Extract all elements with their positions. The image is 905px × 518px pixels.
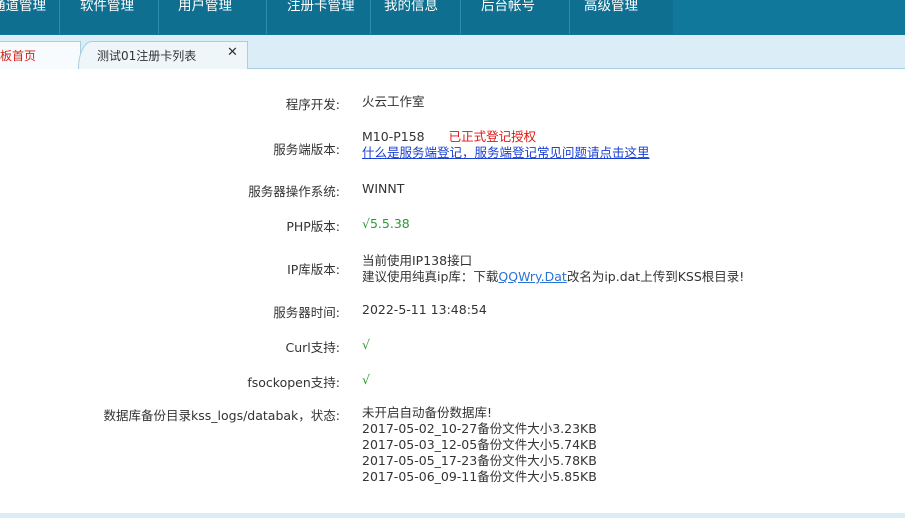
php-version-label: PHP版本: (286, 219, 340, 234)
tab-bar: 板首页 测试01注册卡列表 ✕ (0, 35, 905, 69)
php-version-value: √5.5.38 (362, 216, 410, 231)
nav-separator (460, 0, 461, 34)
os-label: 服务器操作系统: (248, 184, 340, 199)
ip-db-value-block: 当前使用IP138接口 建议使用纯真ip库：下载QQWry.Dat改名为ip.d… (362, 253, 744, 285)
backup-file-line: 2017-05-02_10-27备份文件大小3.23KB (362, 421, 597, 436)
nav-item-channel[interactable]: 通道管理 (0, 0, 46, 18)
nav-item-users[interactable]: 用户管理 (178, 0, 232, 18)
nav-item-admin-accounts[interactable]: 后台帐号 (481, 0, 535, 18)
backup-file-line: 2017-05-05_17-23备份文件大小5.78KB (362, 453, 597, 468)
tab-home[interactable]: 板首页 (0, 41, 81, 69)
tab-home-label: 板首页 (0, 49, 37, 63)
curl-support-value: √ (362, 337, 370, 352)
backup-file-line: 2017-05-03_12-05备份文件大小5.74KB (362, 437, 597, 452)
developer-label: 程序开发: (285, 97, 340, 112)
backup-status-block: 未开启自动备份数据库! 2017-05-02_10-27备份文件大小3.23KB… (362, 405, 597, 485)
backup-status-line: 未开启自动备份数据库! (362, 405, 493, 420)
nav-separator (370, 0, 371, 34)
server-version-value-block: M10-P158 已正式登记授权 什么是服务端登记，服务端登记常见问题请点击这里 (362, 129, 650, 161)
nav-separator (569, 0, 570, 34)
top-navigation-bar: 通道管理 软件管理 用户管理 注册卡管理 我的信息 后台帐号 高级管理 (0, 0, 905, 35)
fsockopen-support-value: √ (362, 372, 370, 387)
server-version-label: 服务端版本: (273, 142, 340, 157)
ip-db-label: IP库版本: (287, 262, 340, 277)
license-status: 已正式登记授权 (448, 129, 537, 144)
top-navigation-menu: 通道管理 软件管理 用户管理 注册卡管理 我的信息 后台帐号 高级管理 (0, 0, 673, 34)
nav-item-my-info[interactable]: 我的信息 (384, 0, 438, 18)
ip-db-advice-suffix: 改名为ip.dat上传到KSS根目录! (566, 269, 745, 284)
curl-support-label: Curl支持: (285, 340, 340, 355)
nav-item-reg-cards[interactable]: 注册卡管理 (287, 0, 355, 18)
server-registration-help-link[interactable]: 什么是服务端登记，服务端登记常见问题请点击这里 (362, 145, 650, 160)
nav-separator (158, 0, 159, 34)
server-time-label: 服务器时间: (273, 305, 340, 320)
server-version-value: M10-P158 (362, 129, 425, 144)
qqwry-download-link[interactable]: QQWry.Dat (498, 269, 566, 284)
backup-dir-label: 数据库备份目录kss_logs/databak，状态: (103, 408, 341, 423)
ip-db-advice-prefix: 建议使用纯真ip库：下载 (362, 269, 499, 284)
developer-value: 火云工作室 (362, 94, 425, 109)
nav-separator (59, 0, 60, 34)
tab-reg-card-list-label: 测试01注册卡列表 (97, 49, 197, 63)
nav-separator (266, 0, 267, 34)
server-time-value: 2022-5-11 13:48:54 (362, 302, 487, 317)
os-value: WINNT (362, 181, 405, 196)
ip-db-current: 当前使用IP138接口 (362, 253, 473, 268)
backup-file-line: 2017-05-06_09-11备份文件大小5.85KB (362, 469, 597, 484)
tab-reg-card-list[interactable]: 测试01注册卡列表 ✕ (78, 41, 248, 69)
close-icon[interactable]: ✕ (227, 45, 238, 60)
nav-item-software[interactable]: 软件管理 (80, 0, 134, 18)
nav-item-advanced[interactable]: 高级管理 (584, 0, 638, 18)
bottom-bar (0, 513, 905, 518)
fsockopen-support-label: fsockopen支持: (247, 375, 340, 390)
